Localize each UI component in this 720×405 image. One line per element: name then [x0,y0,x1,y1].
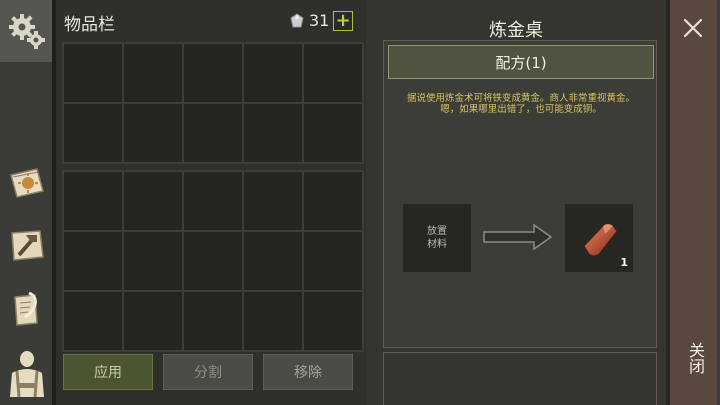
recipe-frame [383,40,657,348]
settings-gears-icon[interactable] [4,8,50,54]
hammer-map-icon[interactable] [4,222,50,268]
crafting-book-icon[interactable] [4,160,50,206]
inventory-slot[interactable] [304,232,362,290]
lower-frame [383,352,657,405]
arrow-right-icon [483,223,553,251]
input-slot-label: 放置 [427,226,447,237]
inventory-slot[interactable] [304,44,362,102]
recipe-button[interactable]: 配方(1) [388,45,654,79]
inventory-slot[interactable] [304,104,362,162]
close-icon[interactable] [681,16,705,40]
inventory-slot[interactable] [184,232,242,290]
inventory-slot[interactable] [244,104,302,162]
right-divider [666,0,670,405]
material-input-slot[interactable]: 放置 材料 [403,204,471,272]
apply-button[interactable]: 应用 [63,354,153,390]
inventory-slot[interactable] [184,104,242,162]
inventory-slot[interactable] [124,292,182,350]
inventory-grid-bottom [62,170,364,352]
input-slot-label: 材料 [427,239,447,250]
inventory-slot[interactable] [64,172,122,230]
gem-currency-icon [290,13,304,28]
inventory-slot[interactable] [244,172,302,230]
alchemy-title: 炼金桌 [489,20,543,41]
inventory-slot[interactable] [64,232,122,290]
recipe-description: 据说使用炼金术可将铁变成黄金。商人非常重视黄金。嗯，如果哪里出错了，也可能变成铜… [406,93,635,115]
split-button[interactable]: 分割 [163,354,253,390]
sidebar-divider [52,0,56,405]
remove-button[interactable]: 移除 [263,354,353,390]
output-quantity: 1 [620,256,628,269]
inventory-slot[interactable] [184,172,242,230]
inventory-slot[interactable] [64,292,122,350]
close-button[interactable]: 关闭 [681,342,705,374]
inventory-slot[interactable] [304,292,362,350]
scroll-quill-icon[interactable] [4,286,50,332]
inventory-slot[interactable] [64,44,122,102]
inventory-slot[interactable] [124,104,182,162]
inventory-slot[interactable] [244,292,302,350]
inventory-slot[interactable] [124,172,182,230]
inventory-slot[interactable] [184,44,242,102]
character-equipment-icon[interactable] [4,348,50,400]
inventory-slot[interactable] [124,232,182,290]
add-currency-button[interactable]: + [333,11,353,31]
output-slot[interactable]: 1 [565,204,633,272]
inventory-slot[interactable] [184,292,242,350]
inventory-slot[interactable] [64,104,122,162]
inventory-title: 物品栏 [64,15,115,35]
currency-count: 31 [309,11,330,30]
inventory-slot[interactable] [244,44,302,102]
inventory-slot[interactable] [304,172,362,230]
inventory-slot[interactable] [244,232,302,290]
inventory-slot[interactable] [124,44,182,102]
inventory-grid-top [62,42,364,164]
